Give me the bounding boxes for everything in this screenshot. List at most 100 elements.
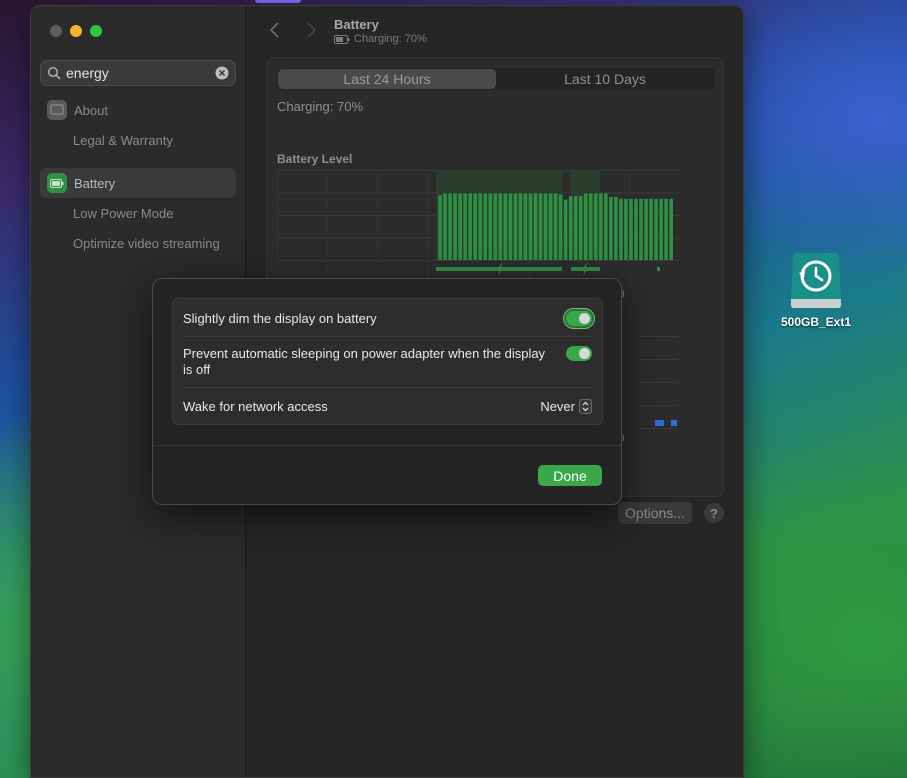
charging-indicator: [657, 267, 660, 271]
battery-level-bar: [498, 193, 503, 260]
screen-usage-chart: [637, 336, 677, 429]
battery-level-bar: [644, 198, 648, 260]
minimize-window-button[interactable]: [70, 25, 82, 37]
battery-level-bar: [443, 193, 447, 260]
usage-bar: [655, 420, 664, 426]
battery-level-bar: [599, 193, 603, 260]
sidebar-item-label: About: [74, 102, 108, 118]
battery-level-bar: [533, 193, 538, 260]
time-machine-drive-icon: [791, 253, 841, 308]
battery-level-bar: [649, 198, 653, 260]
battery-level-bar: [568, 196, 573, 260]
battery-level-bar: [448, 193, 452, 260]
battery-level-bar: [548, 193, 553, 260]
battery-level-bar: [538, 193, 543, 260]
chevron-right-icon[interactable]: [304, 21, 318, 39]
battery-level-bar: [588, 193, 593, 260]
battery-level-bar: [458, 193, 462, 260]
battery-level-bar: [573, 196, 578, 260]
sidebar-item-label: Battery: [74, 175, 116, 191]
battery-level-bar: [634, 198, 638, 260]
battery-level-bar: [664, 198, 668, 260]
battery-level-bar: [553, 193, 558, 260]
battery-level-bar: [468, 193, 472, 260]
battery-level-bar: [493, 193, 498, 260]
popup-value: Never: [540, 399, 575, 414]
prevent-sleep-row: Prevent automatic sleeping on power adap…: [173, 346, 602, 378]
desktop-drive-item[interactable]: 500GB_Ext1: [771, 251, 861, 329]
battery-level-bar: [558, 194, 563, 260]
sidebar-item-about[interactable]: About: [40, 95, 236, 125]
battery-level-bar: [503, 193, 508, 260]
battery-level-bar: [609, 197, 613, 260]
row-divider: [182, 336, 593, 337]
clear-search-icon[interactable]: [215, 66, 229, 80]
wake-network-row: Wake for network access Never: [173, 399, 602, 415]
battery-level-bar: [488, 193, 493, 260]
close-window-button[interactable]: [50, 25, 62, 37]
sidebar-item-battery[interactable]: Battery: [40, 168, 236, 198]
battery-level-bar: [578, 196, 583, 260]
time-range-segmented-control: Last 24 Hours Last 10 Days: [277, 68, 715, 90]
desktop-item-label: 500GB_Ext1: [780, 315, 852, 329]
options-group: Slightly dim the display on battery Prev…: [172, 298, 603, 425]
battery-level-bar: [629, 198, 633, 260]
battery-level-bar: [639, 198, 643, 260]
battery-level-bar: [583, 193, 588, 260]
battery-level-bar: [624, 198, 628, 260]
battery-level-bar: [518, 193, 523, 260]
chevron-left-icon[interactable]: [268, 21, 282, 39]
search-input[interactable]: energy: [66, 65, 215, 81]
info-icon: [47, 100, 67, 120]
battery-icon: [47, 173, 67, 193]
options-button[interactable]: Options...: [618, 502, 692, 524]
battery-level-bar: [619, 198, 623, 260]
dim-display-toggle[interactable]: [566, 311, 592, 326]
battery-level-bar: [563, 199, 568, 260]
charging-status: Charging: 70%: [277, 99, 363, 114]
battery-level-bar: [669, 198, 673, 260]
battery-level-bar: [473, 193, 478, 260]
battery-level-bar: [659, 198, 663, 260]
row-divider: [182, 387, 593, 388]
battery-level-bar: [593, 193, 598, 260]
sidebar-item-label: Optimize video streaming: [73, 235, 220, 251]
page-subtitle: Charging: 70%: [334, 33, 427, 45]
wake-network-popup[interactable]: Never: [540, 399, 592, 414]
battery-level-bar: [528, 193, 533, 260]
battery-level-bar: [508, 193, 513, 260]
done-button[interactable]: Done: [538, 465, 602, 486]
sidebar-item-label: Legal & Warranty: [73, 132, 173, 148]
charging-subtitle: Charging: 70%: [354, 33, 427, 45]
tab-last-10-days[interactable]: Last 10 Days: [496, 69, 714, 89]
battery-level-bar: [604, 193, 608, 260]
battery-level-bar: [478, 193, 483, 260]
updown-chevron-icon: [579, 399, 592, 414]
battery-level-chart: [277, 170, 679, 290]
menu-bar-indicator: [255, 0, 301, 3]
wake-network-label: Wake for network access: [183, 399, 328, 414]
battery-level-label: Battery Level: [277, 152, 353, 166]
battery-level-bar: [513, 193, 518, 260]
dim-display-label: Slightly dim the display on battery: [183, 311, 377, 326]
battery-options-sheet: Slightly dim the display on battery Prev…: [152, 278, 622, 505]
battery-level-bar: [614, 197, 618, 260]
search-field[interactable]: energy: [40, 60, 236, 86]
prevent-sleep-toggle[interactable]: [566, 346, 592, 361]
tab-last-24-hours[interactable]: Last 24 Hours: [278, 69, 496, 89]
battery-level-bar: [453, 193, 457, 260]
prevent-sleep-label: Prevent automatic sleeping on power adap…: [183, 346, 546, 377]
sidebar-item-optimize-video[interactable]: Optimize video streaming: [40, 228, 236, 258]
sidebar-item-label: Low Power Mode: [73, 205, 174, 221]
search-icon: [47, 66, 61, 80]
window-controls: [50, 25, 102, 37]
battery-level-bar: [543, 193, 548, 260]
battery-level-bar: [463, 193, 467, 260]
sidebar-item-legal-warranty[interactable]: Legal & Warranty: [40, 125, 236, 155]
battery-level-bar: [523, 193, 528, 260]
battery-level-bar: [654, 198, 658, 260]
zoom-window-button[interactable]: [90, 25, 102, 37]
page-title: Battery: [334, 17, 379, 32]
help-button[interactable]: ?: [704, 503, 724, 523]
sidebar-item-low-power-mode[interactable]: Low Power Mode: [40, 198, 236, 228]
